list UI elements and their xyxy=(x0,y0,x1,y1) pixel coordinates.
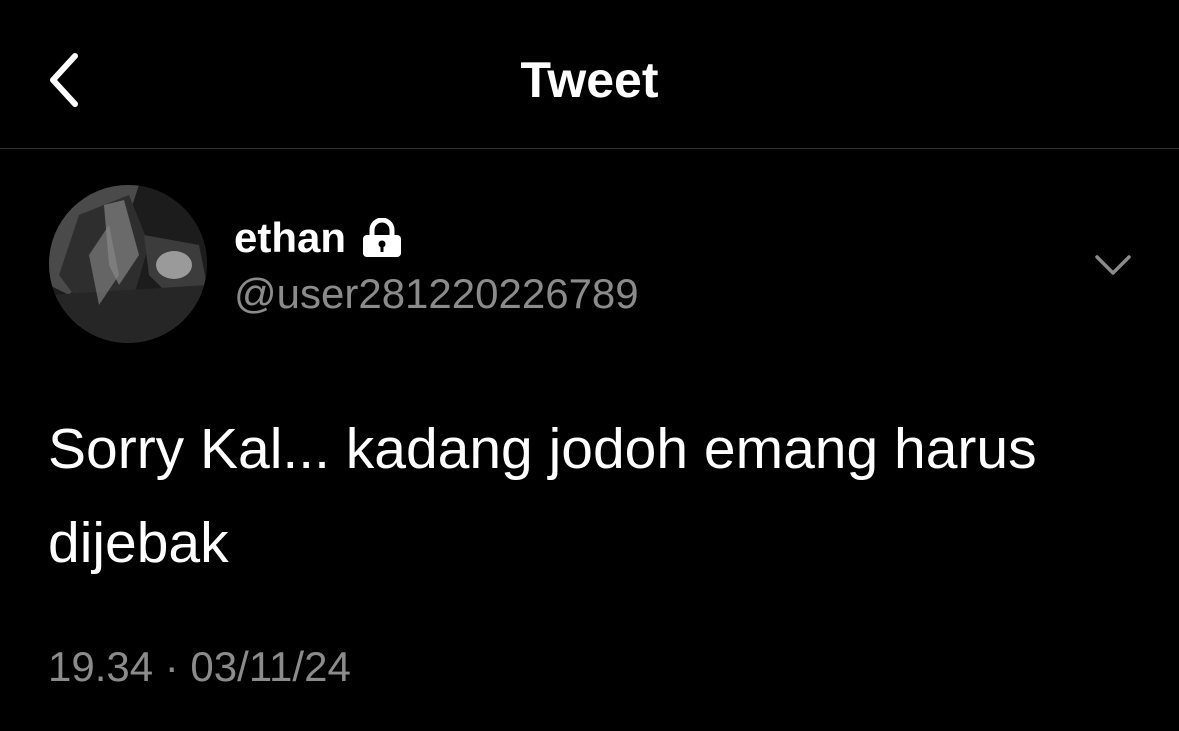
more-options-button[interactable] xyxy=(1090,245,1136,285)
chevron-down-icon xyxy=(1095,255,1131,275)
avatar[interactable] xyxy=(49,185,207,343)
lock-icon xyxy=(360,218,404,258)
avatar-image xyxy=(49,185,207,343)
tweet-timestamp: 19.34 · 03/11/24 xyxy=(48,643,351,690)
author-name[interactable]: ethan xyxy=(234,212,346,264)
author-handle[interactable]: @user281220226789 xyxy=(234,268,639,320)
page-title: Tweet xyxy=(520,52,659,108)
tweet-text: Sorry Kal... kadang jodoh emang harus di… xyxy=(48,417,1037,575)
top-navigation-bar: Tweet xyxy=(0,0,1179,149)
author-name-row[interactable]: ethan xyxy=(234,212,404,264)
